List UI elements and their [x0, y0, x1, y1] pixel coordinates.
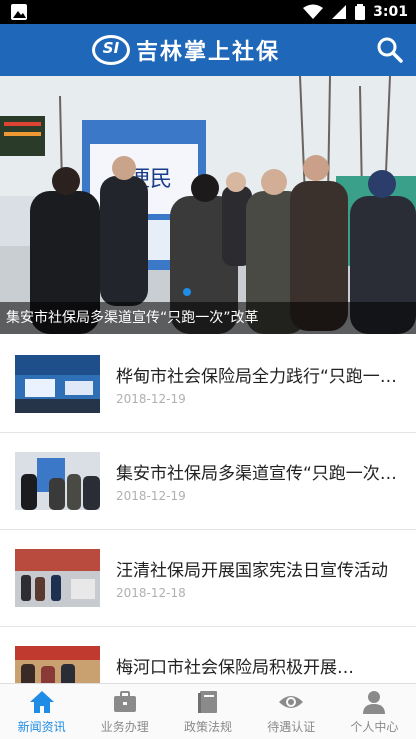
news-item[interactable]: 集安市社保局多渠道宣传“只跑一次”改革 2018-12-19 — [0, 433, 416, 530]
news-title: 集安市社保局多渠道宣传“只跑一次”改革 — [116, 464, 401, 484]
search-icon[interactable] — [376, 36, 404, 64]
battery-icon — [355, 4, 366, 20]
bottom-tab-bar: 新闻资讯 业务办理 政策法规 待遇认证 个人中心 — [0, 683, 416, 739]
clock: 3:01 — [373, 4, 408, 20]
news-list: 桦甸市社会保险局全力践行“只跑一次”改革 2018-12-19 集安市社保局多渠… — [0, 336, 416, 724]
news-item[interactable]: 汪清社保局开展国家宪法日宣传活动 2018-12-18 — [0, 530, 416, 627]
news-date: 2018-12-19 — [116, 489, 186, 503]
gallery-notification-icon — [11, 4, 27, 20]
app-title: 吉林掌上社保 — [136, 39, 281, 65]
news-title: 梅河口市社会保险局积极开展… — [116, 658, 354, 678]
banner-photo: 便民 — [0, 76, 416, 334]
tab-label: 新闻资讯 — [17, 720, 66, 734]
wifi-icon — [303, 4, 324, 19]
news-thumbnail — [15, 452, 100, 510]
signal-icon — [332, 5, 347, 19]
news-item[interactable]: 桦甸市社会保险局全力践行“只跑一次”改革 2018-12-19 — [0, 336, 416, 433]
tab-profile[interactable]: 个人中心 — [333, 684, 416, 739]
news-date: 2018-12-18 — [116, 586, 186, 600]
app-header: SI 吉林掌上社保 — [0, 24, 416, 76]
tab-label: 业务办理 — [100, 720, 149, 734]
tab-business[interactable]: 业务办理 — [83, 684, 166, 739]
logo-text: SI — [102, 39, 120, 57]
news-thumbnail — [15, 549, 100, 607]
news-title: 汪清社保局开展国家宪法日宣传活动 — [116, 561, 388, 581]
briefcase-icon — [113, 691, 136, 712]
tab-label: 政策法规 — [184, 720, 233, 734]
tab-news[interactable]: 新闻资讯 — [0, 684, 83, 739]
banner-carousel[interactable]: 便民 集安市社保局多渠道宣传“只跑一次”改革 — [0, 76, 416, 334]
app-logo: SI 吉林掌上社保 — [92, 30, 280, 70]
tab-policy[interactable]: 政策法规 — [166, 684, 249, 739]
tab-certification[interactable]: 待遇认证 — [250, 684, 333, 739]
person-icon — [363, 691, 386, 714]
home-icon — [29, 691, 54, 713]
tab-label: 待遇认证 — [267, 720, 316, 734]
carousel-indicator — [183, 288, 191, 296]
book-icon — [198, 691, 217, 713]
news-thumbnail — [15, 355, 100, 413]
tab-label: 个人中心 — [350, 720, 399, 734]
si-logo-icon: SI — [92, 35, 130, 65]
news-title: 桦甸市社会保险局全力践行“只跑一次”改革 — [116, 367, 401, 387]
eye-icon — [279, 696, 304, 708]
news-date: 2018-12-19 — [116, 392, 186, 406]
status-bar: 3:01 — [0, 0, 416, 24]
carousel-dot-active[interactable] — [183, 288, 191, 296]
banner-caption: 集安市社保局多渠道宣传“只跑一次”改革 — [0, 302, 416, 334]
